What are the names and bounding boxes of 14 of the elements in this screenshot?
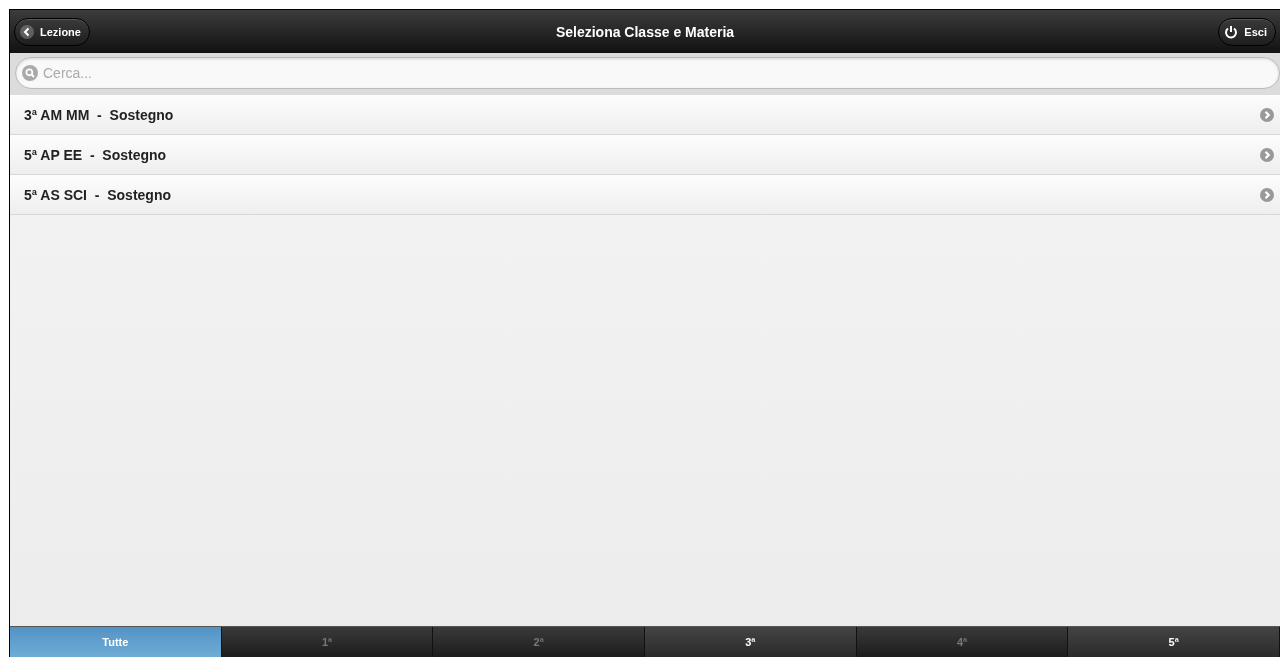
search-field[interactable]: Cerca... xyxy=(15,57,1280,89)
back-button[interactable]: Lezione xyxy=(14,17,90,46)
power-icon xyxy=(1224,24,1239,39)
chevron-right-icon xyxy=(1260,187,1274,202)
list-item[interactable]: 5ª AS SCI - Sostegno xyxy=(10,175,1280,215)
filter-tab[interactable]: 5ª xyxy=(1068,627,1280,657)
filter-tab[interactable]: 3ª xyxy=(645,627,857,657)
page-title: Seleziona Classe e Materia xyxy=(555,23,735,40)
list-item[interactable]: 3ª AM MM - Sostegno xyxy=(10,95,1280,135)
list-item[interactable]: 5ª AP EE - Sostegno xyxy=(10,135,1280,175)
chevron-right-icon xyxy=(1260,147,1274,162)
search-icon xyxy=(22,65,38,81)
chevron-right-icon xyxy=(1260,107,1274,122)
exit-button[interactable]: Esci xyxy=(1218,17,1276,46)
